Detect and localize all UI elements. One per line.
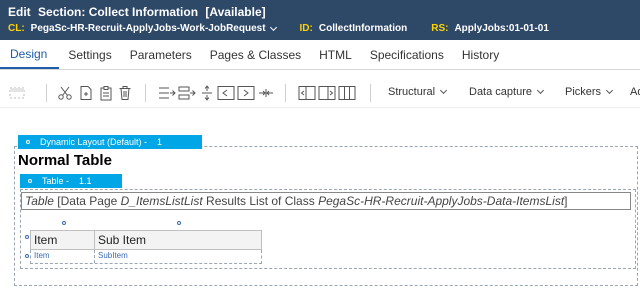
section-heading: Normal Table — [18, 152, 112, 169]
dynamic-layout-text: Dynamic Layout (Default) - — [40, 137, 148, 147]
row-handle-icon[interactable] — [25, 235, 29, 239]
delete-icon[interactable] — [116, 84, 134, 102]
chevron-down-icon — [440, 86, 448, 95]
toolbar-divider — [285, 84, 286, 102]
chevron-down-icon[interactable] — [269, 23, 277, 31]
data-page-name: D_ItemsListList — [120, 194, 203, 208]
class-name: PegaSc-HR-Recruit-ApplyJobs-Data-ItemsLi… — [318, 194, 565, 208]
tab-specifications[interactable]: Specifications — [361, 40, 453, 69]
id-value: CollectInformation — [318, 23, 408, 34]
table-desc-part2: Results List of Class — [206, 194, 315, 208]
layout-right-icon[interactable] — [318, 84, 336, 102]
items-grid: Item Sub Item Item SubItem — [30, 230, 262, 264]
structural-label: Structural — [388, 86, 436, 98]
column-resize-handle-icon[interactable] — [62, 221, 66, 225]
table-handle-icon[interactable] — [28, 179, 32, 183]
columns-icon[interactable] — [338, 84, 356, 102]
tab-design[interactable]: Design — [0, 40, 60, 69]
structural-dropdown[interactable]: Structural — [388, 86, 450, 98]
layout-select-icon[interactable] — [8, 84, 26, 102]
grid-cell-sub-item[interactable]: SubItem — [95, 250, 261, 263]
layout-left-icon[interactable] — [298, 84, 316, 102]
chevron-down-icon — [536, 86, 545, 95]
class-value[interactable]: PegaSc-HR-Recruit-ApplyJobs-Work-JobRequ… — [31, 23, 266, 34]
toolbar-divider — [370, 84, 371, 102]
table-desc-part1: [Data Page — [57, 194, 118, 208]
title-bar: Edit Section: Collect Information [Avail… — [0, 0, 640, 40]
row-handle-icon[interactable] — [25, 254, 29, 258]
rule-title: Edit Section: Collect Information [Avail… — [8, 5, 270, 19]
edit-label: Edit — [8, 5, 31, 19]
table-description[interactable]: Table [Data Page D_ItemsListList Results… — [21, 192, 631, 210]
paste-icon[interactable] — [97, 84, 115, 102]
insert-column-before-icon[interactable] — [217, 84, 235, 102]
grid-cell-item[interactable]: Item — [31, 250, 95, 263]
tab-html[interactable]: HTML — [310, 40, 361, 69]
table-row[interactable]: Item SubItem — [30, 250, 262, 264]
ruleset-value: ApplyJobs:01-01-01 — [454, 23, 549, 34]
toolbar-divider — [145, 84, 146, 102]
table-label-index: 1.1 — [79, 176, 92, 186]
data-capture-dropdown[interactable]: Data capture — [469, 86, 547, 98]
availability-status: [Available] — [205, 5, 266, 19]
insert-column-after-icon[interactable] — [237, 84, 255, 102]
class-key: CL: — [8, 23, 25, 34]
column-resize-handle-icon[interactable] — [177, 221, 181, 225]
layout-handle-icon[interactable] — [26, 140, 30, 144]
chevron-down-icon — [606, 86, 614, 95]
tab-history[interactable]: History — [453, 40, 508, 69]
move-row-icon[interactable] — [198, 84, 216, 102]
pickers-label: Pickers — [565, 86, 602, 98]
design-toolbar: Structural Data capture Pickers Ad — [0, 78, 640, 108]
copy-icon[interactable] — [77, 84, 95, 102]
rule-meta: CL: PegaSc-HR-Recruit-ApplyJobs-Work-Job… — [8, 23, 549, 34]
tab-pages-classes[interactable]: Pages & Classes — [201, 40, 310, 69]
dynamic-layout-index: 1 — [157, 137, 163, 147]
table-label-text: Table - — [42, 176, 70, 186]
tab-parameters[interactable]: Parameters — [121, 40, 201, 69]
section-title: Section: Collect Information — [38, 5, 199, 19]
more-label: Ad — [630, 86, 640, 98]
more-dropdown[interactable]: Ad — [630, 86, 640, 98]
table-label[interactable]: Table - 1.1 — [20, 174, 122, 188]
data-capture-label: Data capture — [469, 86, 532, 98]
insert-row-after-icon[interactable] — [158, 84, 176, 102]
grid-header-row: Item Sub Item — [30, 230, 262, 250]
pickers-dropdown[interactable]: Pickers — [565, 86, 616, 98]
table-desc-suffix: ] — [564, 194, 568, 208]
design-canvas: Dynamic Layout (Default) - 1 Normal Tabl… — [0, 112, 640, 290]
ruleset-key: RS: — [431, 23, 449, 34]
insert-row-before-icon[interactable] — [178, 84, 196, 102]
toolbar-divider — [46, 84, 47, 102]
id-key: ID: — [299, 23, 313, 34]
column-header-item[interactable]: Item — [31, 231, 95, 249]
dynamic-layout-label[interactable]: Dynamic Layout (Default) - 1 — [18, 135, 202, 149]
cut-icon[interactable] — [56, 84, 74, 102]
column-header-sub-item[interactable]: Sub Item — [95, 231, 261, 249]
tab-bar: Design Settings Parameters Pages & Class… — [0, 40, 640, 70]
merge-icon[interactable] — [257, 84, 275, 102]
tab-settings[interactable]: Settings — [59, 40, 120, 69]
table-desc-prefix: Table — [25, 194, 54, 208]
